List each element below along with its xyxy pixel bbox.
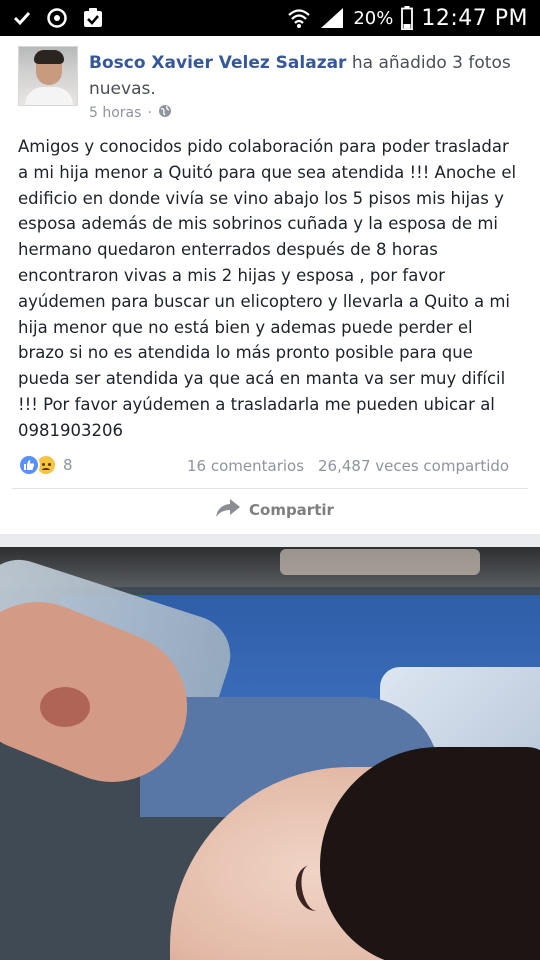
- globe-icon: [158, 104, 172, 122]
- share-arrow-icon: [215, 498, 241, 522]
- comments-count[interactable]: 16 comentarios: [187, 457, 304, 475]
- meta-separator: ·: [147, 105, 152, 121]
- reactions-summary[interactable]: 8: [18, 454, 73, 476]
- battery-icon: [401, 6, 414, 30]
- post-header: Bosco Xavier Velez Salazar ha añadido 3 …: [89, 50, 519, 102]
- clipboard-check-icon: [82, 7, 104, 29]
- avatar[interactable]: [18, 46, 78, 106]
- share-label: Compartir: [249, 501, 334, 519]
- settings-circle-icon: [46, 7, 68, 29]
- divider: [12, 488, 528, 489]
- timestamp[interactable]: 5 horas: [89, 105, 141, 121]
- signal-icon: [319, 7, 345, 29]
- author-name[interactable]: Bosco Xavier Velez Salazar: [89, 53, 346, 73]
- share-button[interactable]: Compartir: [215, 498, 334, 522]
- battery-percent: 20%: [353, 7, 394, 29]
- post-card: Bosco Xavier Velez Salazar ha añadido 3 …: [0, 36, 540, 534]
- clock: 12:47 PM: [421, 5, 528, 31]
- like-reaction-icon: [18, 454, 40, 476]
- post-photo[interactable]: [0, 547, 540, 960]
- wifi-icon: [287, 7, 311, 29]
- post-text: Amigos y conocidos pido colaboración par…: [18, 137, 517, 440]
- status-bar: 20% 12:47 PM: [0, 0, 540, 36]
- reaction-count: 8: [63, 456, 73, 474]
- check-icon: [12, 8, 32, 28]
- post-meta: 5 horas ·: [89, 104, 172, 122]
- shares-count[interactable]: 26,487 veces compartido: [318, 457, 509, 475]
